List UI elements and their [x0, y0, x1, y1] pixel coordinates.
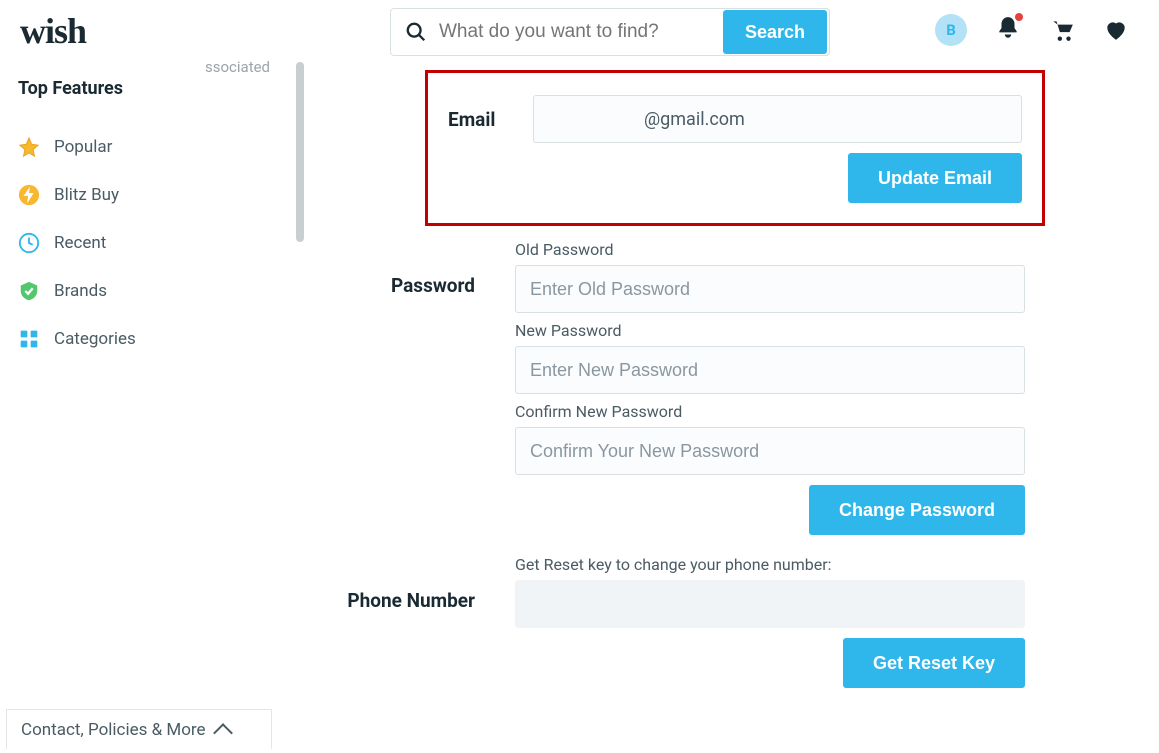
star-icon [18, 136, 40, 158]
confirm-password-label: Confirm New Password [515, 402, 1025, 421]
old-password-label: Old Password [515, 240, 1025, 259]
search-bar[interactable]: Search [390, 8, 830, 56]
email-suffix: @gmail.com [644, 109, 745, 130]
new-password-input[interactable] [515, 346, 1025, 394]
chevron-up-icon [213, 723, 233, 743]
settings-form: Email @gmail.com Update Email Password O… [320, 70, 1090, 706]
sidebar-item-popular[interactable]: Popular [18, 123, 200, 171]
scrollbar[interactable] [296, 62, 304, 717]
cart-icon[interactable] [1049, 17, 1075, 43]
heart-icon[interactable] [1103, 17, 1129, 43]
grid-icon [18, 328, 40, 350]
phone-label: Phone Number [320, 555, 515, 612]
clock-icon [18, 232, 40, 254]
sidebar-item-label: Popular [54, 137, 112, 157]
search-button[interactable]: Search [723, 10, 827, 54]
wish-logo[interactable]: wish [20, 10, 86, 52]
contact-policies-toggle[interactable]: Contact, Policies & More [6, 709, 272, 749]
password-label: Password [320, 240, 515, 297]
phone-section: Phone Number Get Reset key to change you… [320, 555, 1090, 688]
search-icon [405, 21, 427, 43]
change-password-button[interactable]: Change Password [809, 485, 1025, 535]
sidebar-item-label: Blitz Buy [54, 185, 119, 205]
email-masked-prefix [544, 104, 644, 134]
header: wish Search B [0, 0, 1159, 62]
new-password-label: New Password [515, 321, 1025, 340]
notification-dot-icon [1015, 13, 1023, 21]
sidebar-item-label: Brands [54, 281, 107, 301]
check-shield-icon [18, 280, 40, 302]
update-email-button[interactable]: Update Email [848, 153, 1022, 203]
get-reset-key-button[interactable]: Get Reset Key [843, 638, 1025, 688]
header-icons: B [935, 14, 1129, 46]
phone-helper-text: Get Reset key to change your phone numbe… [515, 555, 1025, 574]
confirm-password-input[interactable] [515, 427, 1025, 475]
search-input[interactable] [427, 21, 721, 43]
notifications-button[interactable] [995, 15, 1021, 45]
avatar[interactable]: B [935, 14, 967, 46]
footer-pill-label: Contact, Policies & More [21, 720, 206, 740]
password-section: Password Old Password New Password Confi… [320, 240, 1090, 535]
sidebar-item-categories[interactable]: Categories [18, 315, 200, 363]
email-section: Email @gmail.com Update Email [425, 70, 1045, 226]
sidebar-item-label: Recent [54, 233, 106, 253]
sidebar: Top Features Popular Blitz Buy Recent [0, 70, 200, 363]
sidebar-heading: Top Features [18, 78, 200, 99]
sidebar-item-label: Categories [54, 329, 136, 349]
phone-reset-input[interactable] [515, 580, 1025, 628]
sidebar-item-blitz-buy[interactable]: Blitz Buy [18, 171, 200, 219]
sidebar-item-brands[interactable]: Brands [18, 267, 200, 315]
email-input[interactable]: @gmail.com [533, 95, 1022, 143]
blitz-icon [18, 184, 40, 206]
sidebar-item-recent[interactable]: Recent [18, 219, 200, 267]
truncated-text: ssociated [205, 58, 270, 76]
email-label: Email [448, 108, 533, 131]
old-password-input[interactable] [515, 265, 1025, 313]
